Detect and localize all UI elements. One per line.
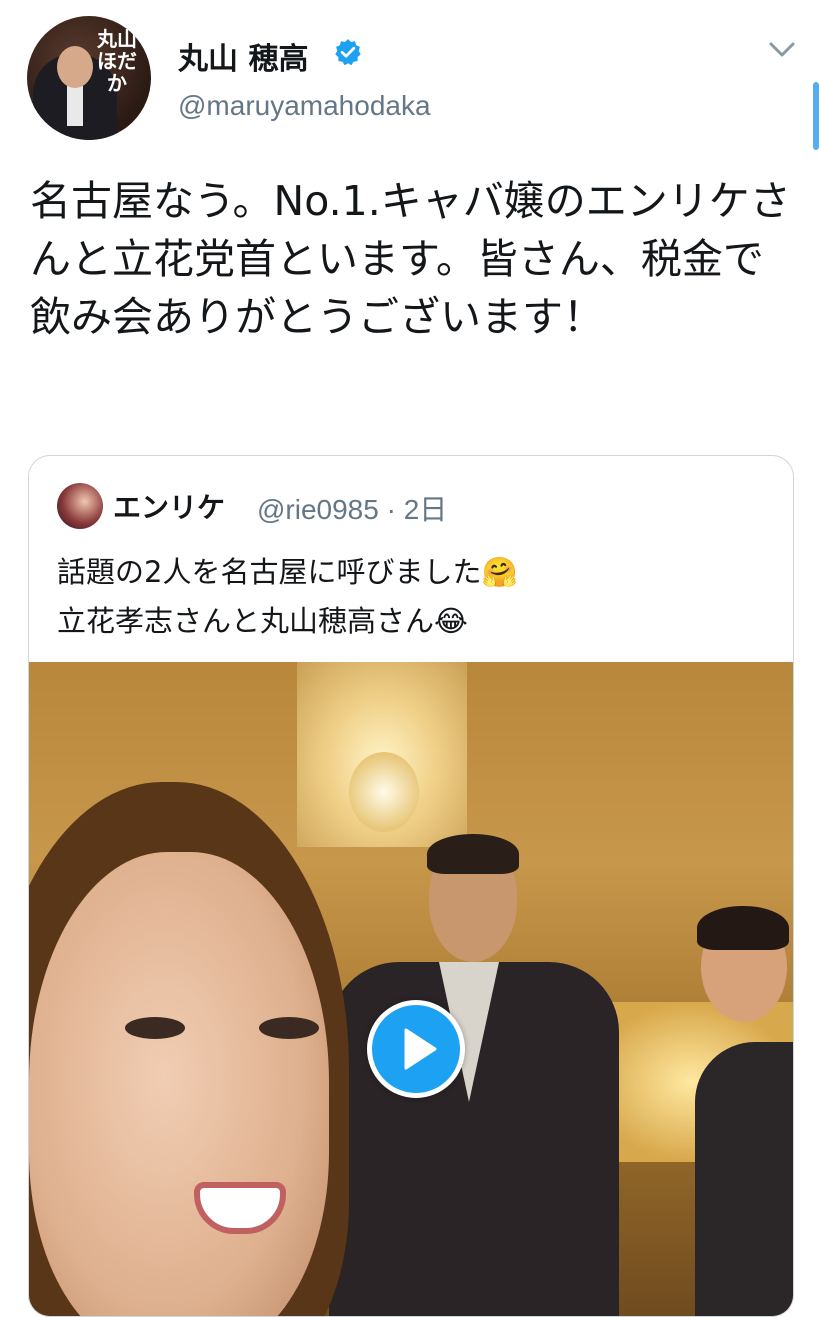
quoted-author-name[interactable]: エンリケ — [113, 486, 225, 526]
quoted-author-handle-time: @rie0985 · 2日 — [257, 494, 448, 525]
avatar-shirt — [67, 86, 83, 126]
author-display-name[interactable]: 丸山 穂高 — [178, 34, 308, 78]
avatar-text: 丸山ほだか — [97, 27, 137, 95]
woman-face — [29, 852, 329, 1316]
play-icon — [404, 1028, 437, 1070]
man-center-hair — [427, 834, 519, 874]
man-right-body — [695, 1042, 793, 1316]
play-button[interactable] — [367, 1000, 465, 1098]
author-handle[interactable]: @maruyamahodaka — [178, 90, 431, 122]
quoted-tweet-line-1: 話題の2人を名古屋に呼びました🤗 — [57, 555, 518, 589]
wall-sconce — [349, 752, 419, 832]
chevron-down-icon[interactable] — [768, 40, 796, 60]
quoted-tweet-text: 話題の2人を名古屋に呼びました🤗 立花孝志さんと丸山穂高さん😂 — [57, 548, 777, 646]
scrollbar[interactable] — [813, 82, 819, 150]
verified-badge-icon — [335, 39, 361, 66]
man-right-hair — [697, 906, 789, 950]
tweet-text: 名古屋なう。No.1.キャバ嬢のエンリケさんと立花党首といます。皆さん、税金で飲… — [30, 177, 791, 341]
quoted-tweet-card[interactable]: エンリケ @rie0985 · 2日 話題の2人を名古屋に呼びました🤗 立花孝志… — [28, 455, 794, 1317]
woman-right-eye — [259, 1017, 319, 1039]
quoted-tweet-line-2: 立花孝志さんと丸山穂高さん😂 — [57, 604, 468, 638]
avatar-head — [57, 46, 93, 88]
author-avatar[interactable]: 丸山ほだか — [27, 16, 151, 140]
video-thumbnail[interactable] — [29, 662, 793, 1316]
woman-left-eye — [125, 1017, 185, 1039]
quoted-author-avatar[interactable] — [57, 483, 103, 529]
